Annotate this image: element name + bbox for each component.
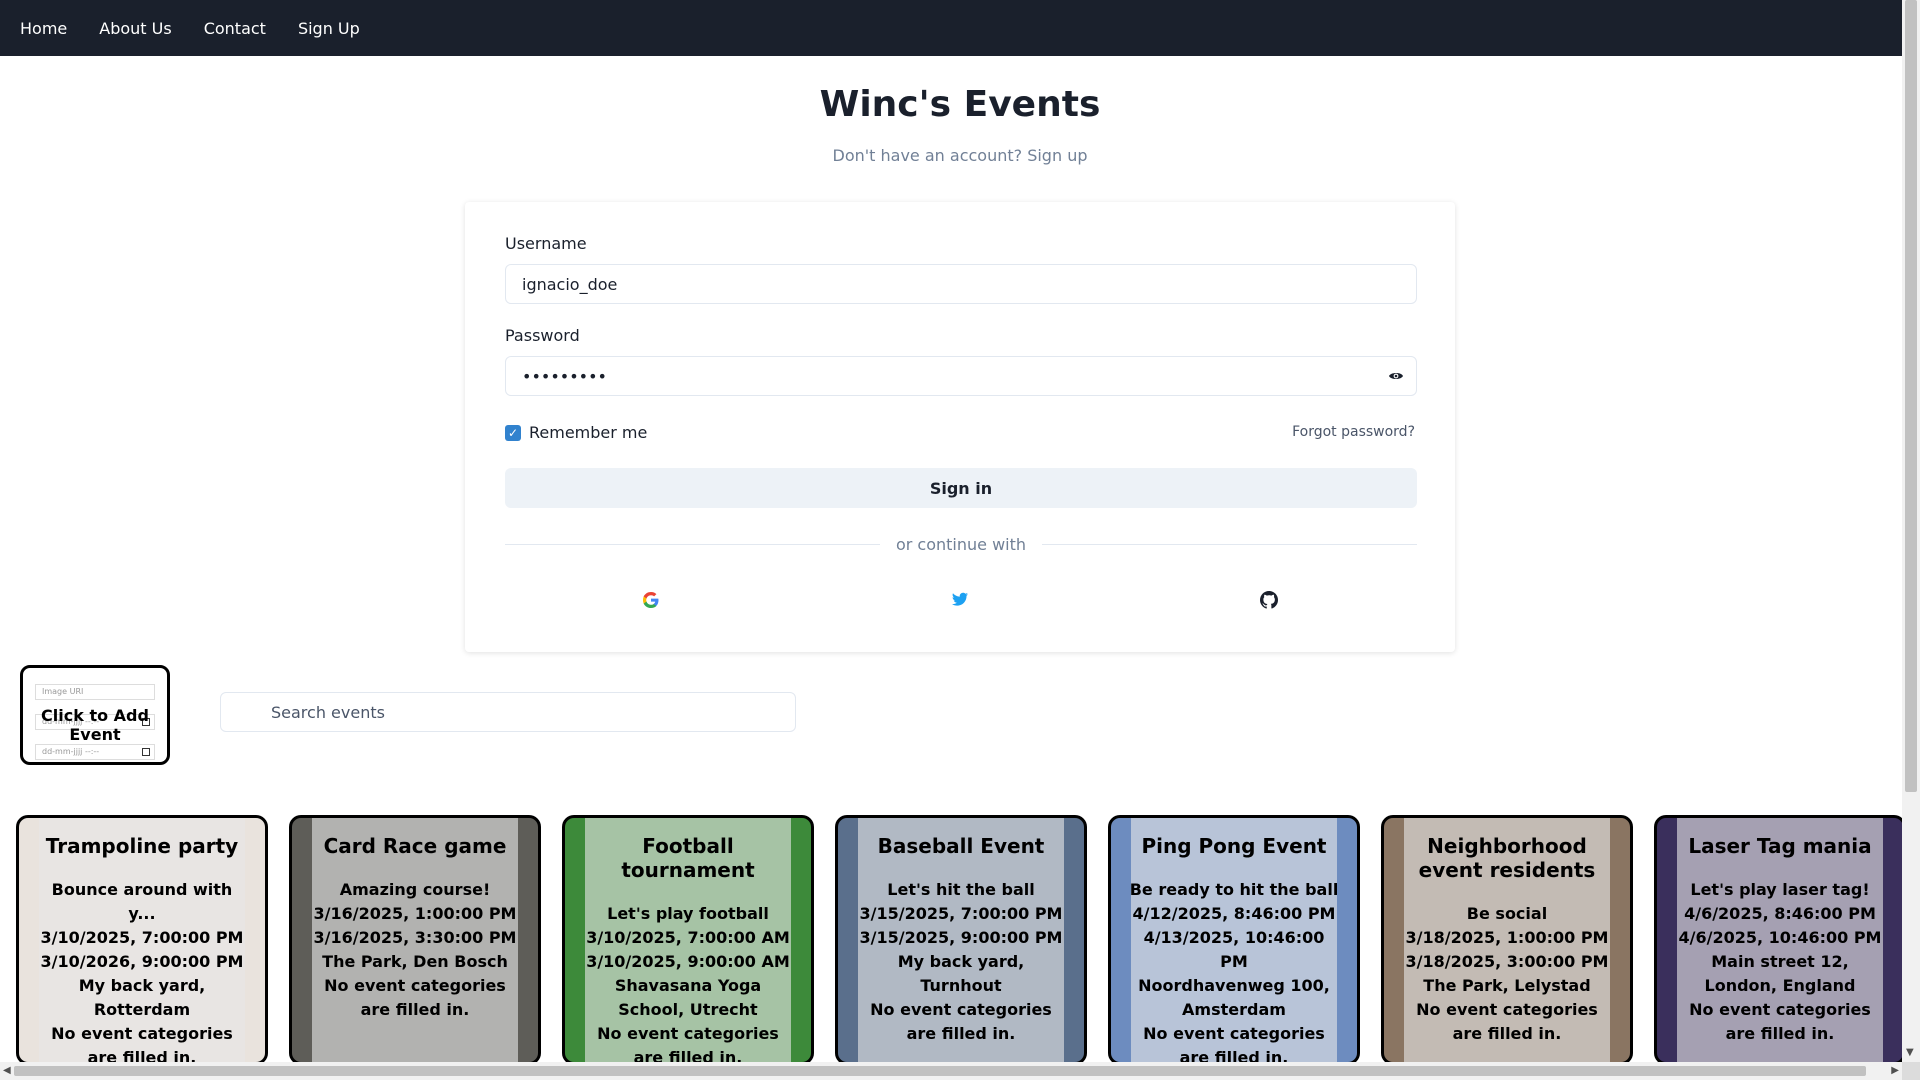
- event-card-info: Ping Pong Event Be ready to hit the ball 4…: [1129, 834, 1339, 1065]
- twitter-icon[interactable]: [950, 590, 970, 610]
- event-start-time: 3/10/2025, 7:00:00 AM: [586, 928, 790, 947]
- google-icon[interactable]: [641, 590, 661, 610]
- github-icon[interactable]: [1259, 590, 1279, 610]
- event-description: Amazing course!: [339, 880, 491, 899]
- event-end-time: 3/15/2025, 9:00:00 PM: [859, 928, 1063, 947]
- top-navbar: Home About Us Contact Sign Up: [0, 0, 1902, 56]
- divider: or continue with: [505, 534, 1417, 554]
- event-title: Ping Pong Event: [1141, 834, 1327, 858]
- event-card-info: Football tournament Let's play football 3/…: [583, 834, 793, 1065]
- event-card[interactable]: Card Race game Amazing course! 3/16/2025, …: [289, 815, 541, 1065]
- event-location: My back yard, Turnhout: [897, 952, 1025, 995]
- scroll-right-icon[interactable]: ▶: [1891, 1065, 1899, 1076]
- event-categories: No event categories are filled in.: [1416, 1000, 1598, 1043]
- nav-home[interactable]: Home: [20, 19, 67, 38]
- event-categories: No event categories are filled in.: [1689, 1000, 1871, 1043]
- nav-about-us[interactable]: About Us: [99, 19, 171, 38]
- event-title: Football tournament: [621, 834, 755, 882]
- event-end-time: 3/18/2025, 3:00:00 PM: [1405, 952, 1609, 971]
- password-value: •••••••••: [522, 366, 607, 386]
- event-end-time: 4/6/2025, 10:46:00 PM: [1678, 928, 1882, 947]
- divider-line: [505, 543, 880, 545]
- username-input[interactable]: ignacio_doe: [505, 264, 1417, 304]
- remember-checkbox[interactable]: ✓: [505, 424, 521, 441]
- event-title: Laser Tag mania: [1688, 834, 1872, 858]
- event-location: Main street 12, London, England: [1704, 952, 1856, 995]
- event-end-time: 4/13/2025, 10:46:00 PM: [1143, 928, 1325, 971]
- event-card[interactable]: Neighborhood event residents Be social 3/1…: [1381, 815, 1633, 1065]
- signup-prompt-link[interactable]: Don't have an account? Sign up: [0, 146, 1920, 165]
- event-card-info: Neighborhood event residents Be social 3/1…: [1402, 834, 1612, 1046]
- event-title: Baseball Event: [877, 834, 1045, 858]
- divider-label: or continue with: [895, 534, 1027, 554]
- scroll-left-icon[interactable]: ◀: [3, 1065, 11, 1076]
- event-description: Let's hit the ball: [887, 880, 1035, 899]
- sign-in-button[interactable]: Sign in: [505, 468, 1417, 508]
- event-start-time: 4/6/2025, 8:46:00 PM: [1684, 904, 1876, 923]
- event-categories: No event categories are filled in.: [870, 1000, 1052, 1043]
- event-card[interactable]: Trampoline party Bounce around with y... 3…: [16, 815, 268, 1065]
- event-end-time: 3/10/2026, 9:00:00 PM: [40, 952, 244, 971]
- scroll-down-icon[interactable]: ▼: [1906, 1047, 1914, 1058]
- horizontal-scrollbar[interactable]: ◀ ▶: [0, 1062, 1902, 1080]
- event-start-time: 4/12/2025, 8:46:00 PM: [1132, 904, 1336, 923]
- event-start-time: 3/15/2025, 7:00:00 PM: [859, 904, 1063, 923]
- event-card-info: Trampoline party Bounce around with y... 3…: [37, 834, 247, 1065]
- page-title: Winc's Events: [819, 84, 1101, 125]
- event-location: Noordhavenweg 100, Amsterdam: [1138, 976, 1330, 1019]
- divider-line: [1042, 543, 1417, 545]
- end-date-placeholder: dd-mm-jjjj --:--: [42, 747, 100, 756]
- event-categories: No event categories are filled in.: [51, 1024, 233, 1065]
- event-title: Trampoline party: [45, 834, 239, 858]
- nav-sign-up[interactable]: Sign Up: [298, 19, 360, 38]
- event-description: Be ready to hit the ball: [1129, 880, 1339, 899]
- password-input[interactable]: •••••••••: [505, 356, 1417, 396]
- search-placeholder: Search events: [271, 702, 385, 722]
- event-categories: No event categories are filled in.: [1143, 1024, 1325, 1065]
- event-location: Shavasana Yoga School, Utrecht: [614, 976, 762, 1019]
- event-description: Let's play laser tag!: [1690, 880, 1870, 899]
- calendar-icon: [142, 748, 150, 756]
- event-card-info: Baseball Event Let's hit the ball 3/15/202…: [856, 834, 1066, 1046]
- event-location: My back yard, Rotterdam: [78, 976, 206, 1019]
- event-card[interactable]: Ping Pong Event Be ready to hit the ball 4…: [1108, 815, 1360, 1065]
- scrollbar-corner: [1902, 1062, 1920, 1080]
- event-end-time: 3/10/2025, 9:00:00 AM: [586, 952, 790, 971]
- event-card-info: Card Race game Amazing course! 3/16/2025, …: [310, 834, 520, 1022]
- event-start-time: 3/18/2025, 1:00:00 PM: [1405, 928, 1609, 947]
- remember-label: Remember me: [529, 423, 648, 442]
- event-location: The Park, Den Bosch: [322, 952, 508, 971]
- image-uri-input[interactable]: Image URI: [35, 684, 155, 700]
- horizontal-scrollbar-thumb[interactable]: [14, 1066, 1866, 1076]
- event-description: Let's play football: [607, 904, 769, 923]
- add-event-button[interactable]: Image URI dd-mm-jjjj --:-- dd-mm-jjjj --…: [20, 665, 170, 765]
- event-title: Neighborhood event residents: [1418, 834, 1596, 882]
- vertical-scrollbar-thumb[interactable]: [1905, 0, 1917, 792]
- nav-contact[interactable]: Contact: [204, 19, 266, 38]
- event-start-time: 3/16/2025, 1:00:00 PM: [313, 904, 517, 923]
- end-date-input[interactable]: dd-mm-jjjj --:--: [35, 744, 155, 760]
- forgot-password-link[interactable]: Forgot password?: [1292, 424, 1415, 440]
- event-start-time: 3/10/2025, 7:00:00 PM: [40, 928, 244, 947]
- eye-icon[interactable]: [1388, 368, 1404, 384]
- password-label: Password: [505, 326, 580, 345]
- event-description: Be social: [1466, 904, 1548, 923]
- event-card-info: Laser Tag mania Let's play laser tag! 4/6/…: [1675, 834, 1885, 1046]
- event-end-time: 3/16/2025, 3:30:00 PM: [313, 928, 517, 947]
- event-location: The Park, Lelystad: [1423, 976, 1591, 995]
- login-card: Username ignacio_doe Password ••••••••• …: [465, 202, 1455, 652]
- event-card[interactable]: Baseball Event Let's hit the ball 3/15/202…: [835, 815, 1087, 1065]
- event-categories: No event categories are filled in.: [324, 976, 506, 1019]
- event-card[interactable]: Football tournament Let's play football 3/…: [562, 815, 814, 1065]
- search-events-input[interactable]: Search events: [220, 692, 796, 732]
- event-card[interactable]: Laser Tag mania Let's play laser tag! 4/6/…: [1654, 815, 1906, 1065]
- add-event-label: Click to Add Event: [41, 706, 149, 744]
- event-categories: No event categories are filled in.: [597, 1024, 779, 1065]
- username-value: ignacio_doe: [522, 274, 618, 294]
- remember-me[interactable]: ✓ Remember me: [505, 423, 647, 442]
- event-title: Card Race game: [323, 834, 507, 858]
- username-label: Username: [505, 234, 587, 253]
- vertical-scrollbar[interactable]: ▼: [1902, 0, 1920, 1062]
- event-description: Bounce around with y...: [51, 880, 233, 923]
